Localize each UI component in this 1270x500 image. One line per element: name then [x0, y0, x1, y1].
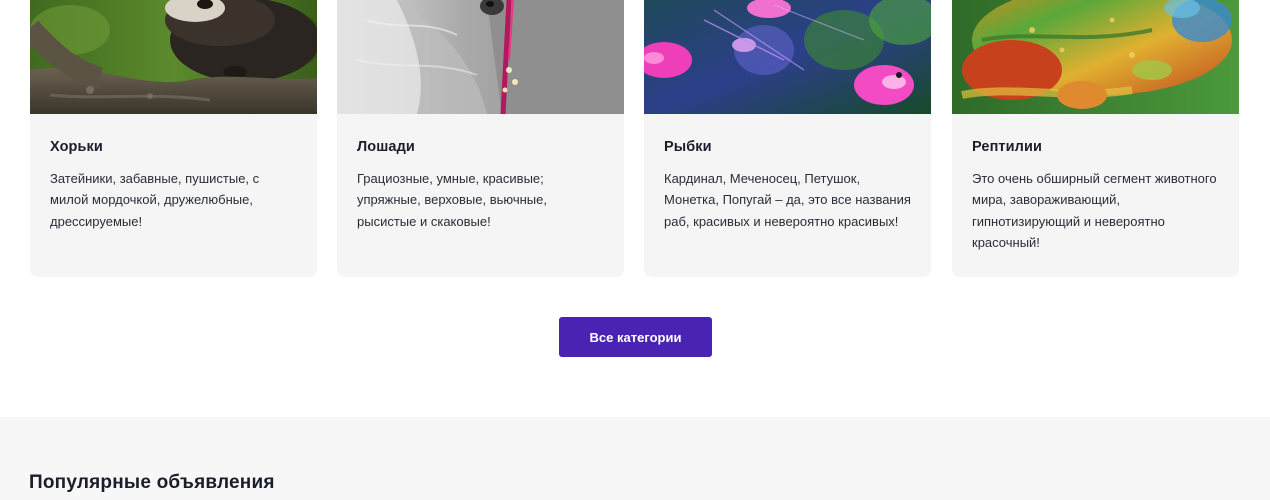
category-card-horses[interactable]: Лошади Грациозные, умные, красивые; упря…: [337, 0, 624, 277]
horse-photo[interactable]: [337, 0, 624, 114]
chameleon-photo[interactable]: [952, 0, 1239, 114]
card-description: Затейники, забавные, пушистые, с милой м…: [50, 171, 260, 229]
category-card-reptiles[interactable]: Рептилии Это очень обширный сегмент живо…: [952, 0, 1239, 277]
category-cards: Хорьки Затейники, забавные, пушистые, с …: [30, 0, 1239, 277]
category-card-ferrets[interactable]: Хорьки Затейники, забавные, пушистые, с …: [30, 0, 317, 277]
all-categories-button[interactable]: Все категории: [559, 317, 712, 357]
card-description: Грациозные, умные, красивые; упряжные, в…: [357, 171, 547, 229]
card-description: Это очень обширный сегмент животного мир…: [972, 171, 1217, 250]
card-description: Кардинал, Меченосец, Петушок, Монетка, П…: [664, 171, 911, 229]
popular-listings-section: Популярные объявления: [0, 417, 1270, 500]
card-title[interactable]: Рыбки: [664, 139, 712, 155]
page: Хорьки Затейники, забавные, пушистые, с …: [0, 0, 1270, 500]
card-title[interactable]: Лошади: [357, 139, 415, 155]
ferret-photo[interactable]: [30, 0, 317, 114]
section-title: Популярные объявления: [29, 472, 275, 493]
card-title[interactable]: Рептилии: [972, 139, 1042, 155]
category-card-fish[interactable]: Рыбки Кардинал, Меченосец, Петушок, Моне…: [644, 0, 931, 277]
card-title[interactable]: Хорьки: [50, 139, 103, 155]
fish-photo[interactable]: [644, 0, 931, 114]
